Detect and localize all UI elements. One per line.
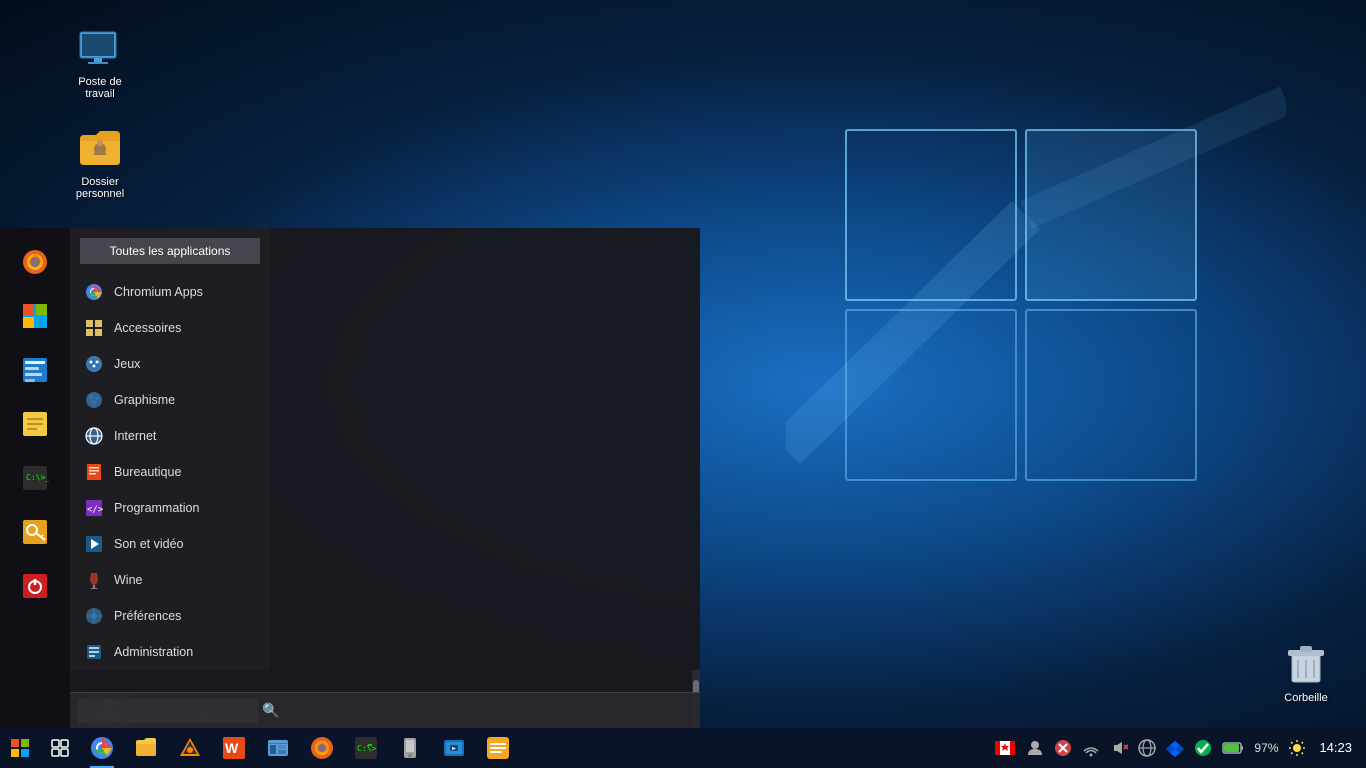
tray-network[interactable] [1079, 739, 1103, 757]
category-preferences[interactable]: Préférences [70, 598, 270, 634]
time-value: 14:23 [1319, 739, 1352, 757]
category-wine[interactable]: Wine [70, 562, 270, 598]
bureautique-label: Bureautique [114, 465, 181, 479]
start-menu-sidebar: C:\>_ [0, 228, 70, 728]
taskbar-terminal[interactable]: C:\> [344, 728, 388, 768]
menu-search-bar: 🔍 [70, 692, 700, 728]
taskbar-virtualbox[interactable] [432, 728, 476, 768]
preferences-icon [84, 606, 104, 626]
tray-audio[interactable] [1107, 739, 1131, 757]
tray-language[interactable] [991, 737, 1019, 759]
category-son-video[interactable]: Son et vidéo [70, 526, 270, 562]
sidebar-icon-panel[interactable] [11, 346, 59, 394]
sidebar-icon-sticky[interactable] [11, 400, 59, 448]
bureautique-icon [84, 462, 104, 482]
taskbar: W [0, 728, 1366, 768]
chromium-apps-icon [84, 282, 104, 302]
poste-travail-label: Poste de travail [64, 76, 136, 100]
taskbar-office[interactable]: W [212, 728, 256, 768]
programmation-label: Programmation [114, 501, 199, 515]
category-jeux[interactable]: Jeux [70, 346, 270, 382]
start-button[interactable] [0, 728, 40, 768]
desktop: Poste de travail Dossier personnel [0, 0, 1366, 768]
wallpaper-logo [786, 50, 1286, 650]
jeux-icon [84, 354, 104, 374]
taskbar-app-yellow[interactable] [476, 728, 520, 768]
graphisme-label: Graphisme [114, 393, 175, 407]
chromium-apps-label: Chromium Apps [114, 285, 203, 299]
system-tray: 97% 14:23 [983, 728, 1366, 768]
accessoires-label: Accessoires [114, 321, 181, 335]
category-administration[interactable]: Administration [70, 634, 270, 670]
sidebar-icon-firefox[interactable] [11, 238, 59, 286]
tray-check[interactable] [1191, 739, 1215, 757]
desktop-icon-poste-travail[interactable]: Poste de travail [60, 20, 140, 104]
taskbar-filemanager[interactable] [256, 728, 300, 768]
dossier-personnel-icon [76, 124, 124, 172]
sidebar-icon-terminal[interactable]: C:\>_ [11, 454, 59, 502]
internet-label: Internet [114, 429, 156, 443]
internet-icon [84, 426, 104, 446]
desktop-icon-dossier-personnel[interactable]: Dossier personnel [60, 120, 140, 204]
category-accessoires[interactable]: Accessoires [70, 310, 270, 346]
taskbar-firefox[interactable] [300, 728, 344, 768]
svg-text:C:\>: C:\> [357, 744, 376, 753]
preferences-label: Préférences [114, 609, 181, 623]
clock[interactable]: 14:23 [1313, 739, 1358, 757]
svg-text:</>: </> [87, 505, 103, 515]
corbeille-icon [1282, 640, 1330, 688]
corbeille-label: Corbeille [1284, 692, 1327, 704]
graphisme-icon [84, 390, 104, 410]
sidebar-icon-key[interactable] [11, 508, 59, 556]
search-icon[interactable]: 🔍 [262, 702, 279, 719]
category-chromium-apps[interactable]: Chromium Apps [70, 274, 270, 310]
tray-brightness[interactable] [1285, 739, 1309, 757]
programmation-icon: </> [84, 498, 104, 518]
taskbar-vlc[interactable] [168, 728, 212, 768]
category-programmation[interactable]: </> Programmation [70, 490, 270, 526]
son-video-label: Son et vidéo [114, 537, 184, 551]
search-input[interactable] [78, 699, 258, 723]
tray-update[interactable] [1051, 739, 1075, 757]
svg-text:C:\>_: C:\>_ [26, 473, 49, 482]
sidebar-icon-power[interactable] [11, 562, 59, 610]
accessoires-icon [84, 318, 104, 338]
wine-label: Wine [114, 573, 142, 587]
start-menu-main: Toutes les applications Chromium Apps [70, 228, 700, 728]
category-internet[interactable]: Internet [70, 418, 270, 454]
wine-icon [84, 570, 104, 590]
son-video-icon [84, 534, 104, 554]
administration-label: Administration [114, 645, 193, 659]
taskbar-chromium[interactable] [80, 728, 124, 768]
jeux-label: Jeux [114, 357, 140, 371]
all-apps-button[interactable]: Toutes les applications [80, 238, 260, 264]
task-view-button[interactable] [40, 728, 80, 768]
desktop-icon-corbeille[interactable]: Corbeille [1266, 636, 1346, 708]
administration-icon [84, 642, 104, 662]
tray-vpn[interactable] [1135, 739, 1159, 757]
poste-travail-icon [76, 24, 124, 72]
dossier-personnel-label: Dossier personnel [64, 176, 136, 200]
category-bureautique[interactable]: Bureautique [70, 454, 270, 490]
taskbar-files[interactable] [124, 728, 168, 768]
tray-user[interactable] [1023, 739, 1047, 757]
categories-panel: Toutes les applications Chromium Apps [70, 228, 270, 670]
taskbar-usb[interactable] [388, 728, 432, 768]
taskbar-apps: W [80, 728, 983, 768]
battery-percent: 97% [1251, 741, 1281, 755]
tray-battery[interactable] [1219, 741, 1247, 755]
sidebar-icon-store[interactable] [11, 292, 59, 340]
svg-text:W: W [225, 740, 239, 756]
tray-dropbox[interactable] [1163, 739, 1187, 757]
category-graphisme[interactable]: Graphisme [70, 382, 270, 418]
